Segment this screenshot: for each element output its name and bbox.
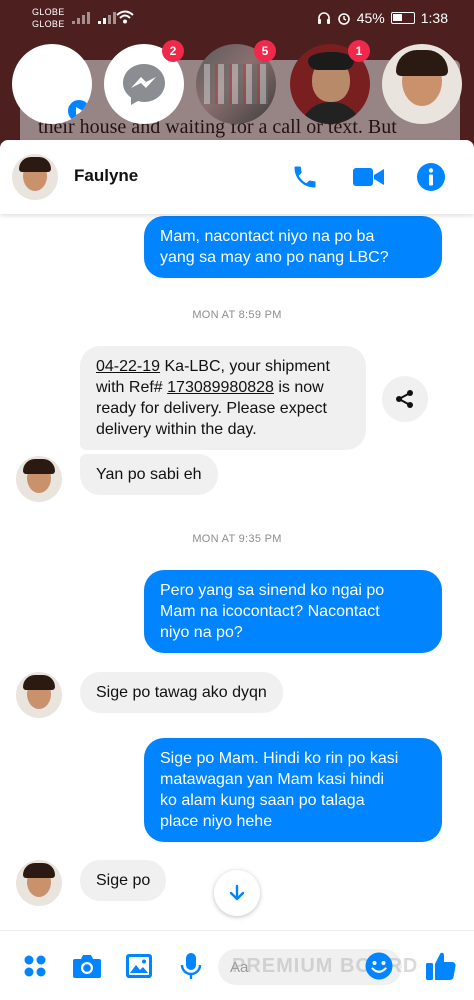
battery-icon	[390, 12, 415, 24]
alarm-icon	[337, 13, 350, 25]
voice-call-button[interactable]	[288, 160, 322, 194]
info-button[interactable]	[414, 160, 448, 194]
microphone-icon	[180, 953, 202, 979]
timestamp: MON AT 9:35 PM	[192, 533, 282, 545]
signal-icon-2	[98, 12, 116, 24]
battery-percent: 45%	[356, 10, 385, 26]
share-button[interactable]	[382, 376, 428, 422]
shipment-date-link[interactable]: 04-22-19	[96, 358, 160, 375]
thumbs-up-icon	[426, 952, 456, 980]
clock-time: 1:38	[420, 10, 448, 26]
outgoing-message[interactable]: Mam, nacontact niyo na po ba yang sa may…	[144, 216, 442, 278]
contact-name[interactable]: Faulyne	[74, 166, 138, 186]
header-avatar[interactable]	[12, 154, 58, 200]
carrier-1: GLOBE	[32, 7, 65, 17]
sender-avatar[interactable]	[16, 456, 62, 502]
chat-header: Faulyne	[0, 140, 474, 214]
wifi-icon	[116, 10, 134, 24]
status-bar: GLOBE GLOBE 45% 1:38	[0, 0, 474, 36]
outgoing-message[interactable]: Pero yang sa sinend ko ngai po Mam na ic…	[144, 570, 442, 653]
camera-icon	[73, 955, 101, 978]
messenger-logo-icon	[123, 64, 165, 105]
share-icon	[396, 390, 413, 408]
chat-head-faulyne[interactable]	[382, 44, 462, 124]
sender-avatar[interactable]	[16, 860, 62, 906]
sender-avatar[interactable]	[16, 672, 62, 718]
signal-icon-1	[72, 12, 90, 24]
incoming-message[interactable]: Yan po sabi eh	[80, 454, 218, 495]
incoming-message[interactable]: Sige po tawag ako dyqn	[80, 672, 283, 713]
contact-shirt	[300, 102, 362, 124]
more-actions-button[interactable]	[18, 949, 52, 983]
voice-message-button[interactable]	[174, 949, 208, 983]
carrier-labels: GLOBE GLOBE	[32, 6, 65, 30]
incoming-message[interactable]: Sige po	[80, 860, 167, 901]
grid-dots-icon	[24, 955, 46, 977]
status-right: 45% 1:38	[317, 10, 448, 26]
carrier-2: GLOBE	[32, 19, 65, 29]
chat-heads: 2 5 1	[0, 40, 474, 134]
unread-badge-messenger: 2	[162, 40, 184, 62]
composer-bar: PREMIUM BOARD	[0, 930, 474, 1000]
outgoing-message[interactable]: Sige po Mam. Hindi ko rin po kasi matawa…	[144, 738, 442, 842]
unread-badge-contact: 1	[348, 40, 370, 62]
gallery-button[interactable]	[122, 949, 156, 983]
phone-icon	[294, 166, 316, 188]
timestamp: MON AT 8:59 PM	[192, 309, 282, 321]
contact-hair	[308, 52, 354, 70]
group-photo	[204, 64, 268, 104]
camera-button[interactable]	[70, 949, 104, 983]
shipment-ref-link[interactable]: 173089980828	[167, 379, 274, 396]
emoji-button[interactable]	[362, 949, 396, 983]
headset-icon	[317, 12, 330, 24]
video-call-button[interactable]	[352, 160, 386, 194]
message-list[interactable]: Mam, nacontact niyo na po ba yang sa may…	[0, 214, 474, 930]
scroll-to-bottom-button[interactable]	[214, 870, 260, 916]
like-button[interactable]	[424, 949, 458, 983]
arrow-down-icon	[229, 884, 245, 901]
incoming-message-shipment[interactable]: 04-22-19 Ka-LBC, your shipment with Ref#…	[80, 346, 366, 450]
faulyne-hair	[396, 50, 448, 76]
chat-head-blank[interactable]	[12, 44, 92, 124]
emoji-icon	[365, 952, 393, 980]
unread-badge-group: 5	[254, 40, 276, 62]
video-badge-icon	[66, 98, 92, 124]
video-camera-icon	[353, 168, 384, 186]
image-icon	[126, 954, 152, 978]
info-icon	[417, 163, 445, 191]
